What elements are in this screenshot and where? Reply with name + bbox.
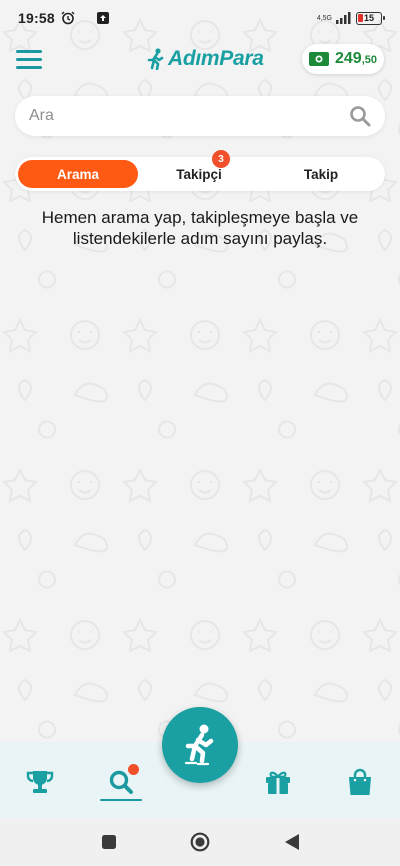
followers-badge: 3 <box>212 150 230 168</box>
nav-shop[interactable] <box>340 762 380 802</box>
search-icon[interactable] <box>349 105 371 127</box>
nav-rewards[interactable] <box>258 762 298 802</box>
nav-search[interactable] <box>100 762 142 802</box>
app-name: AdımPara <box>168 47 264 70</box>
wallet-amount: 249,50 <box>335 50 377 68</box>
tab-takipci-label: Takipçi <box>176 166 222 182</box>
shopping-bag-icon <box>349 768 371 795</box>
nav-leaderboard[interactable] <box>20 762 60 802</box>
triangle-back-icon <box>285 834 299 850</box>
status-bar: 19:58 4,5G 15 <box>0 0 400 36</box>
status-time: 19:58 <box>18 10 55 26</box>
search-input[interactable] <box>29 107 349 125</box>
menu-button[interactable] <box>16 50 42 70</box>
trophy-icon <box>26 771 54 793</box>
app-logo: AdımPara <box>146 47 264 71</box>
wallet-amount-main: 249 <box>335 50 362 67</box>
search-bar <box>15 96 385 136</box>
tab-takip[interactable]: Takip <box>260 160 382 188</box>
money-icon <box>309 52 329 66</box>
tab-arama-label: Arama <box>56 166 100 182</box>
network-type: 4,5G <box>316 14 332 22</box>
recent-apps-button[interactable] <box>99 832 119 852</box>
empty-state-message: Hemen arama yap, takipleşmeye başla ve l… <box>41 208 359 248</box>
walk-icon <box>184 724 214 766</box>
tab-takipci[interactable]: Takipçi 3 <box>138 150 260 188</box>
tab-takip-label: Takip <box>303 166 339 182</box>
app-header: AdımPara 249,50 <box>0 40 400 80</box>
tab-bar: Arama Takipçi 3 Takip <box>15 150 385 191</box>
home-button[interactable] <box>190 832 210 852</box>
alarm-icon <box>61 11 75 25</box>
gift-icon <box>266 771 290 794</box>
back-button[interactable] <box>282 832 302 852</box>
signal-icon <box>336 12 351 24</box>
tab-arama[interactable]: Arama <box>18 160 138 188</box>
wallet-balance-button[interactable]: 249,50 <box>302 44 384 74</box>
square-icon <box>102 835 116 849</box>
walker-logo-icon <box>147 48 164 70</box>
system-navigation-bar <box>0 818 400 866</box>
wallet-amount-decimal: ,50 <box>361 54 377 66</box>
bottom-navigation <box>0 707 400 818</box>
step-counter-fab[interactable] <box>162 707 238 783</box>
upload-notification-icon <box>96 12 109 24</box>
battery-level: 15 <box>363 13 374 23</box>
circle-icon <box>190 832 210 852</box>
notification-dot <box>128 764 139 775</box>
battery-icon: 15 <box>356 11 385 25</box>
